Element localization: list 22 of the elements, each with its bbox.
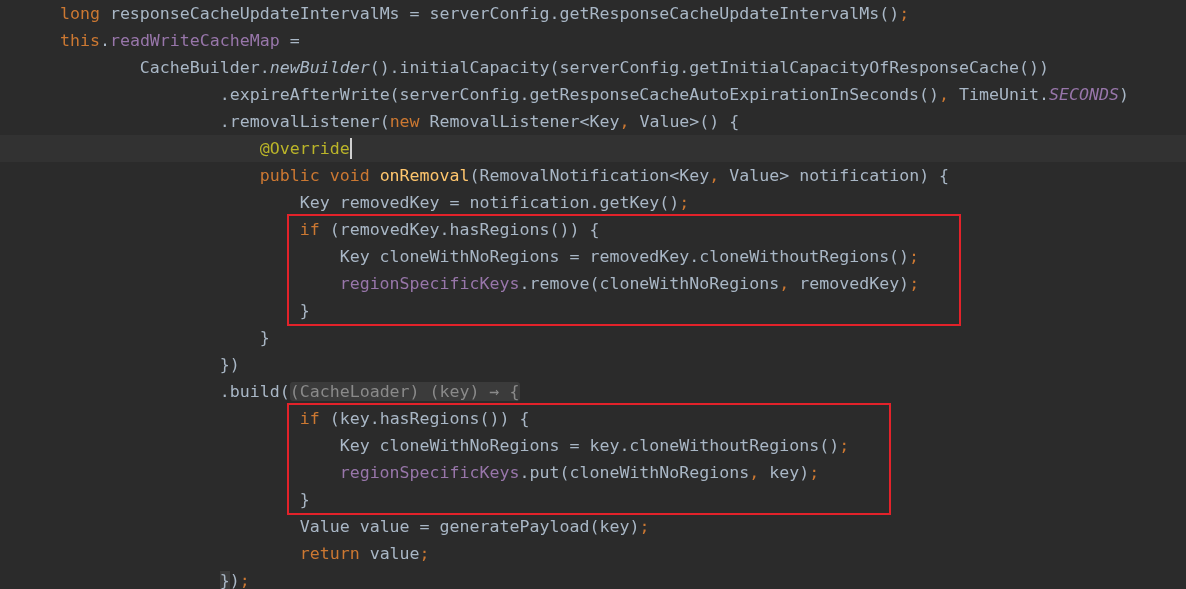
code-line: Key cloneWithNoRegions = removedKey.cloneWithoutRegions(); [339,246,920,267]
code-line: long responseCacheUpdateIntervalMs = serverConfig.getResponseCacheUpdateIntervalMs(); [59,3,910,24]
code-line: @Override [259,138,350,159]
code-line: if (key.hasRegions()) { [299,408,530,429]
code-line: public void onRemoval(RemovalNotification<Key, Value> notification) { [259,165,950,186]
code-line: Key cloneWithNoRegions = key.cloneWithoutRegions(); [339,435,850,456]
code-line: }) [219,354,240,375]
code-line: }); [219,570,250,589]
code-line: regionSpecificKeys.put(cloneWithNoRegions, key); [339,462,820,483]
code-line: this.readWriteCacheMap = [59,30,300,51]
code-line: Key removedKey = notification.getKey(); [299,192,690,213]
code-line: regionSpecificKeys.remove(cloneWithNoRegions, removedKey); [339,273,920,294]
code-line: } [299,300,310,321]
code-line: if (removedKey.hasRegions()) { [299,219,600,240]
code-line: } [299,489,310,510]
code-line: Value value = generatePayload(key); [299,516,650,537]
code-line: .expireAfterWrite(serverConfig.getResponseCacheAutoExpirationInSeconds(), TimeUnit.SECONDS) [219,84,1129,105]
code-line: CacheBuilder.newBuilder().initialCapacity(serverConfig.getInitialCapacityOfResponseCache()) [139,57,1049,78]
code-line: } [259,327,270,348]
text-cursor [349,138,352,159]
code-line: .removalListener(new RemovalListener<Key, Value>() { [219,111,740,132]
code-line: return value; [299,543,430,564]
